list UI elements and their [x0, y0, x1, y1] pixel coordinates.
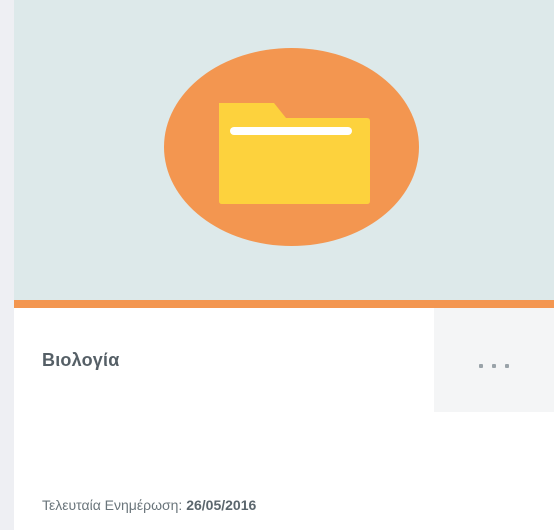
last-updated-label: Τελευταία Ενημέρωση: — [42, 497, 183, 513]
card-title[interactable]: Βιολογία — [42, 350, 119, 371]
more-dots-icon — [479, 364, 509, 368]
last-updated: Τελευταία Ενημέρωση: 26/05/2016 — [42, 497, 256, 513]
course-card[interactable]: Βιολογία Τελευταία Ενημέρωση: 26/05/2016 — [14, 0, 554, 530]
last-updated-date: 26/05/2016 — [186, 497, 257, 513]
more-options-button[interactable] — [434, 308, 554, 412]
accent-bar — [14, 300, 554, 308]
folder-icon — [164, 48, 419, 246]
card-thumbnail[interactable] — [14, 0, 554, 300]
